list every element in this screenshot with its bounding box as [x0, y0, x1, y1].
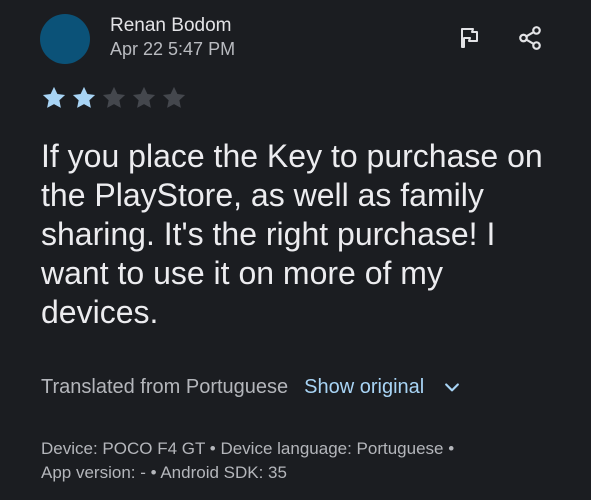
star-filled-icon	[72, 86, 96, 108]
star-empty-icon	[162, 86, 186, 108]
star-rating	[40, 84, 188, 112]
review-text: If you place the Key to purchase on the …	[41, 138, 543, 330]
review-card: Renan Bodom Apr 22 5:47 PM If you place …	[0, 0, 591, 500]
avatar	[40, 14, 90, 64]
star-empty-icon	[132, 86, 156, 108]
show-original-button[interactable]: Show original	[304, 374, 462, 400]
device-info-line-1: Device: POCO F4 GT • Device language: Po…	[41, 439, 455, 458]
share-button[interactable]	[514, 22, 546, 54]
device-info-line-2: App version: - • Android SDK: 35	[41, 463, 287, 482]
star-empty-icon	[102, 86, 126, 108]
chevron-down-icon	[445, 383, 460, 392]
flag-icon	[461, 28, 478, 48]
share-icon	[519, 26, 541, 50]
author-name: Renan Bodom	[110, 15, 232, 36]
translation-row: Translated from Portuguese Show original	[41, 374, 462, 400]
device-info: Device: POCO F4 GT • Device language: Po…	[41, 437, 561, 485]
translated-note: Translated from Portuguese	[41, 376, 289, 398]
review-date: Apr 22 5:47 PM	[110, 39, 236, 59]
star-filled-icon	[42, 86, 66, 108]
flag-button[interactable]	[453, 22, 485, 54]
show-original-label: Show original	[304, 376, 425, 398]
